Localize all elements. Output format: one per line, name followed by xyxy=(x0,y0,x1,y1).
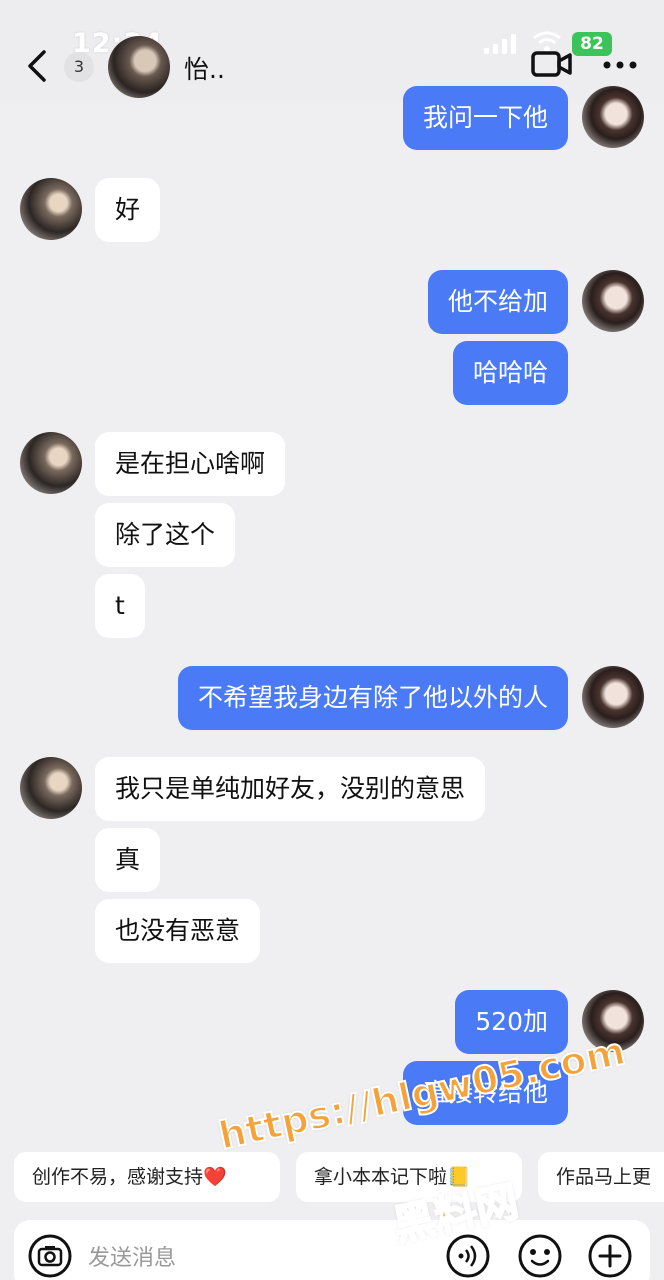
contact-message-avatar[interactable] xyxy=(20,757,82,819)
message-outgoing[interactable]: 不希望我身边有除了他以外的人 xyxy=(177,666,568,730)
unread-badge: 3 xyxy=(64,52,94,82)
quick-reply-chip[interactable]: 作品马上更 xyxy=(538,1152,664,1202)
self-avatar[interactable] xyxy=(582,666,644,728)
message-input[interactable] xyxy=(88,1240,428,1276)
message-outgoing[interactable]: 哈哈哈 xyxy=(452,341,568,405)
self-avatar[interactable] xyxy=(582,270,644,332)
message-outgoing[interactable]: 他不给加 xyxy=(427,270,568,334)
message-incoming[interactable]: t xyxy=(95,574,145,638)
camera-icon[interactable] xyxy=(28,1234,72,1278)
message-incoming[interactable]: 真 xyxy=(95,828,161,892)
quick-reply-chip[interactable]: 创作不易，感谢支持❤️ xyxy=(14,1152,280,1202)
battery-indicator: 82 xyxy=(572,32,612,56)
contact-message-avatar[interactable] xyxy=(20,178,82,240)
contact-avatar[interactable] xyxy=(108,36,170,98)
plus-icon[interactable] xyxy=(588,1234,632,1278)
back-icon[interactable] xyxy=(22,48,52,84)
contact-name[interactable]: 怡.. xyxy=(184,50,225,86)
message-incoming[interactable]: 除了这个 xyxy=(95,503,236,567)
contact-message-avatar[interactable] xyxy=(20,432,82,494)
video-call-icon[interactable] xyxy=(530,46,574,82)
emoji-icon[interactable] xyxy=(518,1234,562,1278)
message-incoming[interactable]: 也没有恶意 xyxy=(95,899,261,963)
more-icon[interactable] xyxy=(602,58,638,72)
message-incoming[interactable]: 我只是单纯加好友，没别的意思 xyxy=(95,757,486,821)
signal-icon xyxy=(484,34,516,54)
self-avatar[interactable] xyxy=(582,86,644,148)
message-incoming[interactable]: 好 xyxy=(95,178,161,242)
message-incoming[interactable]: 是在担心啥啊 xyxy=(95,432,286,496)
message-outgoing[interactable]: 我问一下他 xyxy=(402,86,568,150)
